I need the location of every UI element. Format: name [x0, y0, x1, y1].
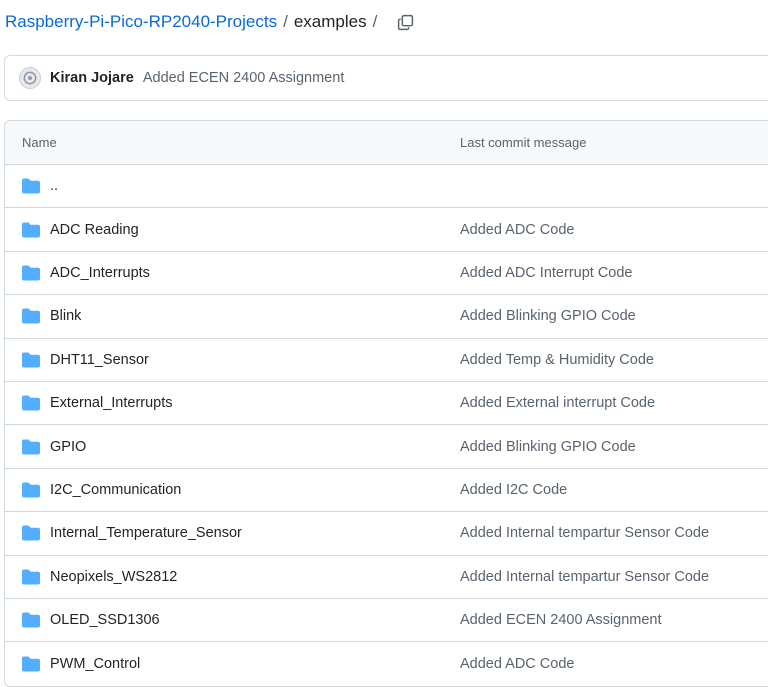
- folder-name-link[interactable]: ADC Reading: [50, 222, 139, 238]
- table-row[interactable]: Neopixels_WS2812 Added Internal tempartur…: [5, 556, 768, 599]
- commit-message-link[interactable]: Added External interrupt Code: [460, 395, 655, 411]
- copy-path-button[interactable]: [395, 12, 415, 32]
- table-row[interactable]: OLED_SSD1306 Added ECEN 2400 Assignment: [5, 599, 768, 643]
- folder-icon: [22, 265, 40, 281]
- commit-message-link[interactable]: Added Blinking GPIO Code: [460, 308, 636, 324]
- folder-icon: [22, 569, 40, 585]
- column-header-name: Name: [22, 135, 57, 150]
- folder-name-link[interactable]: External_Interrupts: [50, 395, 173, 411]
- folder-icon: [22, 482, 40, 498]
- table-row[interactable]: PWM_Control Added ADC Code: [5, 642, 768, 685]
- commit-message[interactable]: Added ECEN 2400 Assignment: [143, 70, 345, 86]
- table-row[interactable]: DHT11_Sensor Added Temp & Humidity Code: [5, 339, 768, 382]
- commit-message-link[interactable]: Added Internal tempartur Sensor Code: [460, 569, 709, 585]
- table-header: Name Last commit message: [5, 121, 768, 165]
- folder-name-link[interactable]: Neopixels_WS2812: [50, 569, 177, 585]
- folder-icon: [22, 439, 40, 455]
- table-row[interactable]: ADC_Interrupts Added ADC Interrupt Code: [5, 252, 768, 296]
- folder-icon: [22, 308, 40, 324]
- commit-message-link[interactable]: Added Temp & Humidity Code: [460, 352, 654, 368]
- folder-name-link[interactable]: ADC_Interrupts: [50, 265, 150, 281]
- commit-message-link[interactable]: Added Internal tempartur Sensor Code: [460, 525, 709, 541]
- commit-message-link[interactable]: Added ADC Interrupt Code: [460, 265, 633, 281]
- parent-directory-row[interactable]: ..: [5, 165, 768, 209]
- folder-name-link[interactable]: GPIO: [50, 439, 86, 455]
- folder-name-link[interactable]: Blink: [50, 308, 81, 324]
- table-row[interactable]: Blink Added Blinking GPIO Code: [5, 295, 768, 339]
- parent-directory-link[interactable]: ..: [50, 178, 58, 194]
- folder-name-link[interactable]: DHT11_Sensor: [50, 352, 149, 368]
- folder-icon: [22, 612, 40, 628]
- breadcrumb-trailing-separator: /: [372, 12, 378, 31]
- breadcrumb-current-folder: examples: [293, 12, 367, 31]
- commit-message-link[interactable]: Added ECEN 2400 Assignment: [460, 612, 662, 628]
- folder-icon: [22, 656, 40, 672]
- commit-message-link[interactable]: Added Blinking GPIO Code: [460, 439, 636, 455]
- table-row[interactable]: ADC Reading Added ADC Code: [5, 208, 768, 252]
- commit-message-link[interactable]: Added ADC Code: [460, 222, 574, 238]
- table-row[interactable]: I2C_Communication Added I2C Code: [5, 469, 768, 513]
- folder-icon: [22, 395, 40, 411]
- folder-name-link[interactable]: OLED_SSD1306: [50, 612, 160, 628]
- commit-message-link[interactable]: Added ADC Code: [460, 656, 574, 672]
- folder-name-link[interactable]: PWM_Control: [50, 656, 140, 672]
- user-avatar-icon: [23, 71, 37, 85]
- avatar[interactable]: [19, 67, 41, 89]
- column-header-last-commit-message: Last commit message: [460, 135, 587, 150]
- latest-commit-bar: Kiran Jojare Added ECEN 2400 Assignment: [4, 55, 768, 101]
- commit-author[interactable]: Kiran Jojare: [50, 70, 134, 86]
- table-row[interactable]: External_Interrupts Added External interr…: [5, 382, 768, 426]
- folder-name-link[interactable]: Internal_Temperature_Sensor: [50, 525, 242, 541]
- folder-icon: [22, 178, 40, 194]
- folder-icon: [22, 222, 40, 238]
- file-table: Name Last commit message .. ADC Reading A…: [4, 120, 768, 687]
- breadcrumb: Raspberry-Pi-Pico-RP2040-Projects / exam…: [5, 8, 415, 36]
- copy-icon: [397, 14, 413, 30]
- breadcrumb-separator: /: [283, 12, 288, 31]
- table-row[interactable]: GPIO Added Blinking GPIO Code: [5, 425, 768, 469]
- folder-icon: [22, 525, 40, 541]
- folder-icon: [22, 352, 40, 368]
- table-row[interactable]: Internal_Temperature_Sensor Added Interna…: [5, 512, 768, 556]
- breadcrumb-repo-link[interactable]: Raspberry-Pi-Pico-RP2040-Projects: [5, 12, 277, 32]
- commit-message-link[interactable]: Added I2C Code: [460, 482, 567, 498]
- folder-name-link[interactable]: I2C_Communication: [50, 482, 181, 498]
